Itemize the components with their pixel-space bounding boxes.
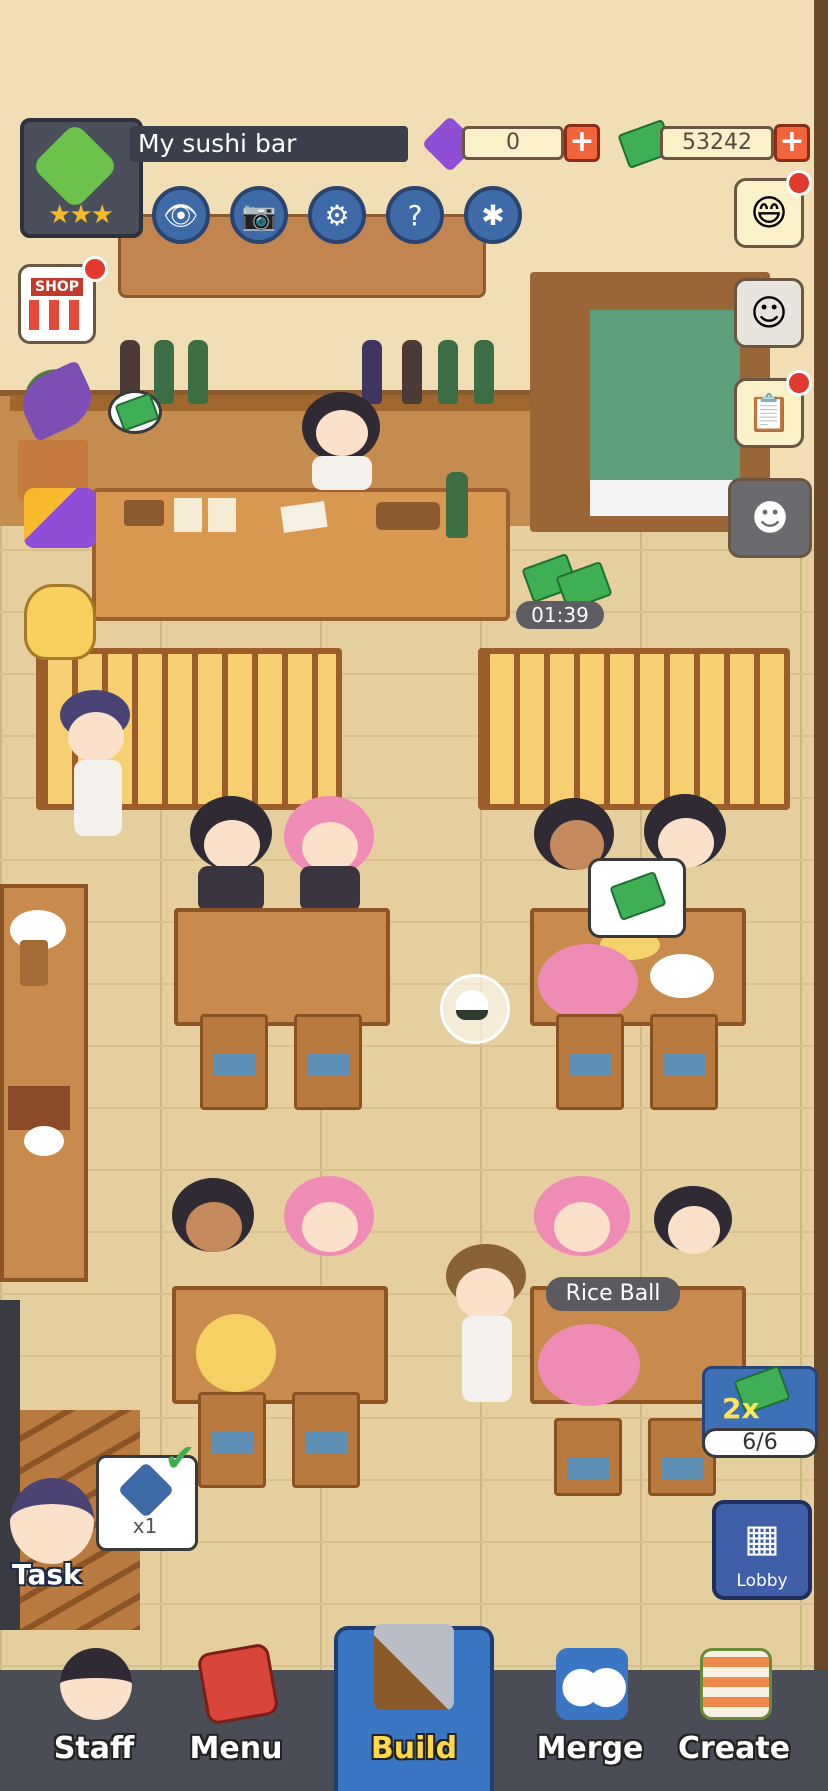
cash-balance: 53242	[660, 126, 774, 160]
customer-face	[204, 820, 260, 870]
menu-card	[208, 498, 236, 532]
tea-set	[376, 502, 440, 530]
waiter-character[interactable]	[74, 760, 122, 836]
waiter-character[interactable]	[462, 1316, 512, 1402]
eye-icon: 👁	[163, 198, 199, 232]
sake-bottle	[446, 472, 468, 538]
laugh-face-icon: ☻	[751, 497, 789, 539]
sushi-platter-icon	[700, 1648, 772, 1720]
staff-icon	[60, 1648, 132, 1720]
chef-face-icon: ☺	[750, 292, 788, 334]
nav-staff[interactable]: Staff	[24, 1630, 164, 1780]
chair	[294, 1014, 362, 1110]
shop-notification-dot	[82, 256, 108, 282]
gear-icon: ⚙	[324, 198, 350, 232]
view-button[interactable]: 👁	[152, 186, 210, 244]
customer-face	[554, 1202, 610, 1252]
chair	[200, 1014, 268, 1110]
plate-of-food	[650, 954, 714, 998]
customer-blond-hair[interactable]	[196, 1314, 276, 1392]
sake-bottle	[362, 340, 382, 404]
chef-face	[316, 410, 368, 456]
customer-face	[668, 1206, 720, 1254]
condiment-tray	[8, 1086, 70, 1130]
album-button[interactable]: ✱	[464, 186, 522, 244]
sake-bottle	[402, 340, 422, 404]
nav-menu[interactable]: Menu	[166, 1630, 306, 1780]
menu-book-icon	[196, 1642, 280, 1726]
boost-multiplier: 2x	[722, 1392, 760, 1425]
task-reward-count: x1	[132, 1514, 158, 1538]
bowl	[24, 1126, 64, 1156]
chair	[650, 1014, 718, 1110]
orders-notification-dot	[786, 370, 812, 396]
shop-awning-icon	[29, 300, 85, 330]
lobby-label: Lobby	[736, 1571, 788, 1591]
shop-label: SHOP	[31, 278, 83, 296]
laugh-button[interactable]: ☻	[728, 478, 812, 558]
chef-stats-button[interactable]: ☺	[734, 278, 804, 348]
customer-pink-hair-back[interactable]	[538, 1324, 640, 1406]
customer-pink-hair-back[interactable]	[538, 944, 638, 1020]
noren-curtain	[590, 310, 740, 480]
right-wall-edge	[814, 0, 828, 1791]
nav-menu-label: Menu	[189, 1731, 283, 1766]
sake-bottle	[474, 340, 494, 404]
gem-balance: 0	[462, 126, 564, 160]
nav-build[interactable]: Build	[344, 1624, 484, 1780]
sake-bottle	[154, 340, 174, 404]
restaurant-name[interactable]: My sushi bar	[130, 126, 408, 162]
nav-merge-label: Merge	[536, 1731, 644, 1766]
customer-body	[300, 866, 360, 912]
settings-button[interactable]: ⚙	[308, 186, 366, 244]
customer-body	[198, 866, 264, 912]
customer-face	[302, 1202, 358, 1252]
rating-stars: ★★★	[48, 200, 114, 230]
camera-button[interactable]: 📷	[230, 186, 288, 244]
cash-timer: 01:39	[516, 601, 604, 629]
nav-merge[interactable]: Merge	[520, 1630, 660, 1780]
waiter-face	[68, 712, 124, 762]
camera-icon: 📷	[241, 198, 277, 232]
emoji-notification-dot	[786, 170, 812, 196]
merge-onigiri-icon	[556, 1648, 628, 1720]
napkin-box	[124, 500, 164, 526]
dining-table-1[interactable]	[174, 908, 390, 1026]
task-button[interactable]: Task	[12, 1558, 124, 1592]
add-cash-button[interactable]: +	[774, 124, 810, 162]
sake-bottle	[438, 340, 458, 404]
nav-create-label: Create	[677, 1731, 791, 1766]
check-icon: ✔	[164, 1436, 196, 1480]
fence-right	[478, 648, 790, 810]
waiter-face	[456, 1268, 514, 1320]
nav-staff-label: Staff	[53, 1731, 135, 1766]
doorway	[590, 480, 740, 516]
order-item-label: Rice Ball	[546, 1277, 680, 1311]
customer-face	[186, 1202, 242, 1252]
clipboard-icon: 📋	[746, 393, 792, 434]
sake-bottle	[188, 340, 208, 404]
nav-build-label: Build	[370, 1731, 458, 1766]
table-icon: ▦	[744, 1516, 780, 1560]
gem-star-pack-button[interactable]	[24, 488, 96, 548]
hammer-saw-icon	[374, 1624, 454, 1710]
add-gems-button[interactable]: +	[564, 124, 600, 162]
customer-face	[302, 822, 358, 872]
help-button[interactable]: ?	[386, 186, 444, 244]
chair	[556, 1014, 624, 1110]
chair	[292, 1392, 360, 1488]
chair	[198, 1392, 266, 1488]
chopstick-cup	[20, 940, 48, 986]
question-icon: ?	[407, 198, 423, 232]
task-character-avatar[interactable]	[10, 1478, 94, 1564]
stool	[554, 1418, 622, 1496]
onigiri-icon	[456, 990, 488, 1020]
menu-card	[174, 498, 202, 532]
boost-count: 6/6	[702, 1428, 818, 1458]
treasure-bag-button[interactable]	[24, 584, 96, 660]
smile-icon: 😄	[750, 192, 788, 234]
card-icon: ✱	[481, 198, 505, 232]
nav-create[interactable]: Create	[664, 1630, 804, 1780]
chef-body	[312, 456, 372, 490]
